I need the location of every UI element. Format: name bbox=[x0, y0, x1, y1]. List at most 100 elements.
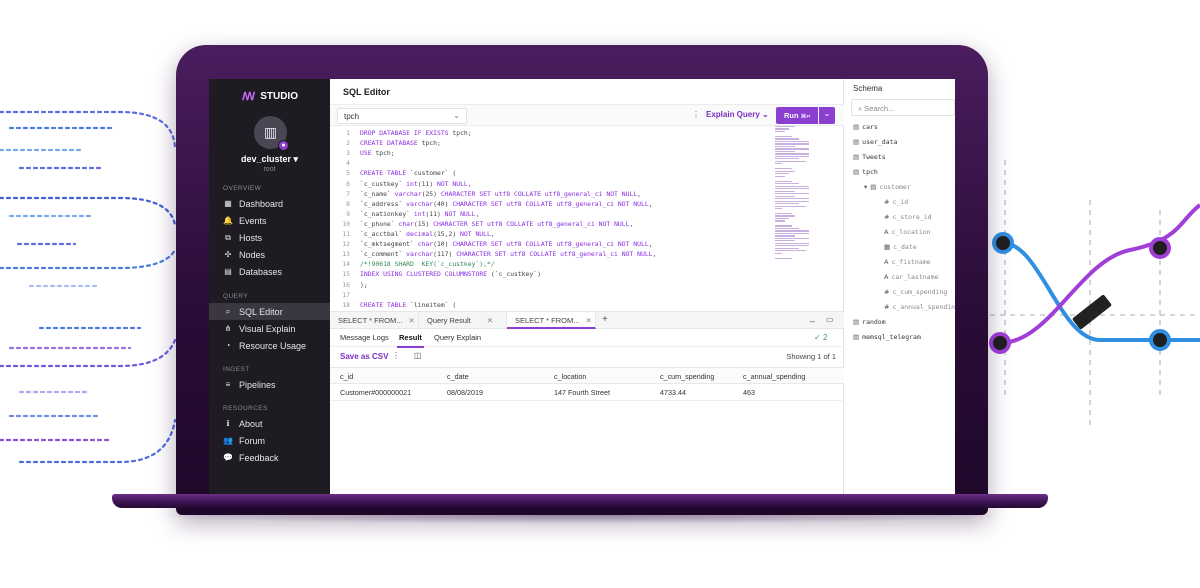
sidebar-item-hosts[interactable]: ⧉ Hosts bbox=[209, 229, 330, 246]
schema-database[interactable]: ▤ random bbox=[853, 318, 886, 326]
cluster-name-dropdown[interactable]: dev_cluster ▾ bbox=[209, 154, 330, 165]
sql-editor-icon: ⌕ bbox=[225, 306, 231, 316]
save-as-csv-button[interactable]: Save as CSV bbox=[340, 352, 388, 361]
query-tabs: SELECT * FROM... ✕ Query Result ✕ SELECT *… bbox=[330, 311, 844, 329]
more-options-icon[interactable]: ⋮ bbox=[692, 110, 700, 119]
schema-database[interactable]: ▤ user_data bbox=[853, 138, 897, 146]
code-minimap[interactable] bbox=[775, 126, 809, 304]
sql-editor-panel: SQL Editor tpch ⌄ ⋮ Explain Query ⌄ Run … bbox=[330, 79, 844, 494]
subtab-query-explain[interactable]: Query Explain bbox=[434, 333, 481, 342]
schema-table[interactable]: ▾ ▤ customer bbox=[864, 183, 911, 191]
chevron-down-icon: ▾ bbox=[293, 154, 299, 164]
code-line: `c_phone` char(15) CHARACTER SET utf8 CO… bbox=[360, 219, 634, 228]
table-icon: ▤ bbox=[870, 183, 877, 191]
code-line: `c_nationkey` int(11) NOT NULL, bbox=[360, 209, 480, 218]
page-title: SQL Editor bbox=[343, 87, 390, 97]
studio-logo[interactable]: ꟿ STUDIO bbox=[209, 79, 330, 103]
code-editor[interactable]: 1 DROP DATABASE IF EXISTS tpch; 2 CREATE DA… bbox=[330, 126, 844, 311]
sidebar-item-label: Dashboard bbox=[239, 198, 284, 209]
sidebar-item-label: Forum bbox=[239, 435, 266, 446]
sidebar-item-databases[interactable]: ▤ Databases bbox=[209, 263, 330, 280]
schema-database[interactable]: ▤ Tweets bbox=[853, 153, 886, 161]
column-type-icon: A bbox=[884, 258, 889, 266]
section-ingest: INGEST bbox=[223, 366, 250, 373]
column-type-icon: A bbox=[884, 228, 889, 236]
schema-column[interactable]: Acar_lastname bbox=[884, 273, 938, 281]
tab-select-2[interactable]: SELECT * FROM... ✕ bbox=[507, 312, 596, 329]
schema-panel: Schema ⌕ Search... ▤ cars ▤ user_data ▤ Tweet… bbox=[844, 79, 955, 494]
info-icon: ℹ bbox=[226, 419, 230, 428]
schema-database[interactable]: ▤ cars bbox=[853, 123, 878, 131]
line-number: 14 bbox=[342, 260, 350, 269]
columns-icon[interactable]: ◫ bbox=[414, 351, 422, 360]
column-header[interactable]: c_id bbox=[340, 372, 353, 381]
column-header[interactable]: c_cum_spending bbox=[660, 372, 714, 381]
schema-database[interactable]: ▤ tpch bbox=[853, 168, 878, 176]
table-header-row: c_id c_date c_location c_cum_spending c_… bbox=[330, 367, 844, 384]
add-tab-button[interactable]: + bbox=[602, 314, 608, 325]
more-options-icon[interactable]: ⋮ bbox=[392, 351, 400, 360]
sidebar-item-dashboard[interactable]: ▦ Dashboard bbox=[209, 195, 330, 212]
logo-text: STUDIO bbox=[260, 91, 298, 102]
subtab-message-logs[interactable]: Message Logs bbox=[340, 333, 389, 342]
editor-toolbar: tpch ⌄ ⋮ Explain Query ⌄ Run ⌘↵ ⌄ bbox=[330, 104, 844, 126]
code-line: USE tpch; bbox=[360, 149, 395, 158]
sidebar-item-resource-usage[interactable]: ◔ Resource Usage bbox=[209, 337, 330, 354]
subtab-result[interactable]: Result bbox=[397, 333, 424, 348]
people-icon: 👥 bbox=[223, 436, 233, 445]
section-overview: OVERVIEW bbox=[223, 185, 262, 192]
schema-column[interactable]: Ac_location bbox=[884, 228, 931, 236]
explain-query-button[interactable]: Explain Query ⌄ bbox=[706, 110, 769, 119]
schema-search-input[interactable]: ⌕ Search... bbox=[851, 99, 955, 116]
sidebar-item-label: SQL Editor bbox=[239, 306, 283, 317]
sidebar-item-feedback[interactable]: 💬 Feedback bbox=[209, 449, 330, 466]
line-number: 13 bbox=[342, 250, 350, 259]
schema-column[interactable]: # c_annual_spending bbox=[884, 303, 955, 311]
sidebar-item-forum[interactable]: 👥 Forum bbox=[209, 432, 330, 449]
sidebar-item-pipelines[interactable]: ≡ Pipelines bbox=[209, 376, 330, 393]
sidebar-item-label: Nodes bbox=[239, 249, 266, 260]
code-line: CREATE TABLE `lineitem` ( bbox=[360, 300, 457, 309]
maximize-icon[interactable]: ▭ bbox=[826, 315, 834, 324]
sidebar-item-visual-explain[interactable]: ⋔ Visual Explain bbox=[209, 320, 330, 337]
column-type-icon: A bbox=[884, 273, 889, 281]
line-number: 10 bbox=[342, 219, 350, 228]
line-number: 1 bbox=[346, 129, 350, 137]
check-circle-icon: ✓ bbox=[814, 333, 821, 342]
table-row[interactable]: Customer#000000021 08/08/2019 147 Fourth… bbox=[330, 384, 844, 401]
database-select[interactable]: tpch ⌄ bbox=[337, 108, 467, 124]
tab-select-1[interactable]: SELECT * FROM... ✕ bbox=[330, 312, 419, 329]
line-number: 5 bbox=[346, 169, 350, 178]
schema-column[interactable]: # c_store_id bbox=[884, 213, 932, 221]
sidebar-item-nodes[interactable]: ✣ Nodes bbox=[209, 246, 330, 263]
schema-column[interactable]: ▦ c_date bbox=[884, 243, 917, 251]
sidebar-item-label: Visual Explain bbox=[239, 323, 296, 334]
column-header[interactable]: c_date bbox=[447, 372, 469, 381]
schema-database[interactable]: ▤ memsql_telegram bbox=[853, 333, 921, 341]
code-line: CREATE DATABASE tpch; bbox=[360, 139, 441, 148]
column-header[interactable]: c_location bbox=[554, 372, 586, 381]
minimize-icon[interactable]: _ bbox=[810, 312, 815, 322]
column-type-icon: # bbox=[884, 198, 890, 206]
cluster-avatar[interactable]: ▥ ● bbox=[254, 116, 289, 151]
schema-column[interactable]: # c_cum_spending bbox=[884, 288, 947, 296]
section-query: QUERY bbox=[223, 293, 248, 300]
code-line: `c_acctbal` decimal(15,2) NOT NULL, bbox=[360, 230, 495, 238]
column-type-icon: ▦ bbox=[884, 243, 891, 251]
schema-column[interactable]: Ac_fistname bbox=[884, 258, 931, 266]
sidebar-item-about[interactable]: ℹ About bbox=[209, 415, 330, 432]
tab-query-result[interactable]: Query Result ✕ bbox=[419, 312, 507, 329]
line-number: 9 bbox=[346, 209, 350, 218]
run-options-button[interactable]: ⌄ bbox=[819, 107, 835, 124]
sidebar-item-sql-editor[interactable]: ⌕ SQL Editor bbox=[209, 303, 330, 320]
schema-column[interactable]: # c_id bbox=[884, 198, 908, 206]
user-badge-icon: ● bbox=[278, 140, 289, 151]
run-button[interactable]: Run ⌘↵ bbox=[776, 107, 818, 124]
table-cell: 4733.44 bbox=[660, 388, 686, 397]
column-header[interactable]: c_annual_spending bbox=[743, 372, 805, 381]
section-resources: RESOURCES bbox=[223, 405, 268, 412]
code-line: `c_address` varchar(40) CHARACTER SET ut… bbox=[360, 199, 653, 208]
table-cell: 147 Fourth Street bbox=[554, 388, 610, 397]
table-icon: ▤ bbox=[853, 168, 860, 176]
sidebar-item-events[interactable]: 🔔 Events bbox=[209, 212, 330, 229]
